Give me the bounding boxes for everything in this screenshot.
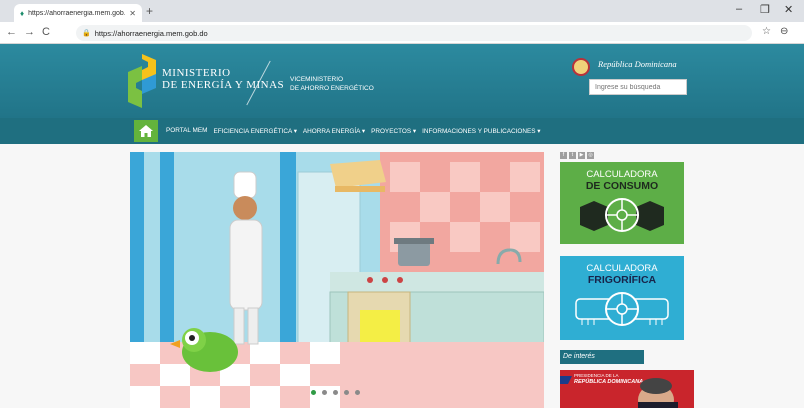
ministry-logo-icon[interactable] bbox=[128, 54, 156, 108]
url-text: https://ahorraenergia.mem.gob.do bbox=[94, 28, 208, 38]
kitchen-illustration bbox=[130, 152, 544, 408]
presidencia-banner[interactable]: PRESIDENCIA DE LA REPÚBLICA DOMINICANA bbox=[560, 370, 694, 408]
republic-label: República Dominicana bbox=[598, 59, 677, 69]
calc1-line2: DE CONSUMO bbox=[585, 180, 659, 192]
viceministry-name: VICEMINISTERIO DE AHORRO ENERGÉTICO bbox=[290, 75, 374, 93]
facebook-icon[interactable]: f bbox=[560, 152, 567, 159]
close-tab-icon[interactable]: ✕ bbox=[129, 9, 136, 18]
hero-slider[interactable] bbox=[130, 152, 544, 408]
menu-items: PORTAL MEM EFICIENCIA ENERGÉTICA ▾ AHORR… bbox=[166, 127, 540, 135]
slider-dot[interactable] bbox=[311, 390, 316, 395]
close-window-icon[interactable]: ✕ bbox=[784, 3, 793, 16]
calculator-boxes-icon bbox=[580, 198, 664, 232]
menu-item-proyectos[interactable]: PROYECTOS ▾ bbox=[371, 127, 416, 135]
calc2-line2: FRIGORÍFICA bbox=[587, 274, 657, 286]
slider-dot[interactable] bbox=[333, 390, 338, 395]
slider-dot[interactable] bbox=[322, 390, 327, 395]
site-favicon-icon: ♦ bbox=[20, 8, 25, 18]
slider-dot[interactable] bbox=[344, 390, 349, 395]
de-interes-heading: De interés bbox=[560, 350, 644, 364]
reload-icon[interactable]: C bbox=[42, 26, 50, 38]
social-icons: f t ▶ ◎ bbox=[560, 152, 594, 159]
calc2-line1: CALCULADORA bbox=[586, 263, 658, 274]
new-tab-icon[interactable]: + bbox=[146, 4, 153, 18]
home-button[interactable] bbox=[134, 120, 158, 142]
address-bar-row: ← → C 🔒 https://ahorraenergia.mem.gob.do… bbox=[0, 22, 804, 44]
twitter-icon[interactable]: t bbox=[569, 152, 576, 159]
vice-line2: DE AHORRO ENERGÉTICO bbox=[290, 85, 374, 92]
ministry-line2: DE ENERGÍA Y MINAS bbox=[162, 79, 285, 91]
home-icon bbox=[139, 125, 153, 137]
browser-tabbar: ♦ https://ahorraenergia.mem.gob. ✕ + – ❐… bbox=[0, 0, 804, 22]
calc1-line1: CALCULADORA bbox=[586, 169, 658, 180]
account-icon[interactable]: ⊖ bbox=[780, 26, 788, 37]
search-input[interactable] bbox=[589, 79, 687, 95]
back-icon[interactable]: ← bbox=[6, 26, 17, 38]
minimize-icon[interactable]: – bbox=[736, 3, 742, 15]
menu-item-informaciones[interactable]: INFORMACIONES Y PUBLICACIONES ▾ bbox=[422, 127, 540, 135]
youtube-icon[interactable]: ▶ bbox=[578, 152, 585, 159]
calculadora-consumo-card[interactable]: CALCULADORA DE CONSUMO bbox=[560, 162, 684, 244]
slider-dot[interactable] bbox=[355, 390, 360, 395]
restore-icon[interactable]: ❐ bbox=[760, 3, 770, 16]
vice-line1: VICEMINISTERIO bbox=[290, 76, 344, 83]
instagram-icon[interactable]: ◎ bbox=[587, 152, 594, 159]
forward-icon[interactable]: → bbox=[24, 26, 35, 38]
lock-icon: 🔒 bbox=[82, 30, 91, 37]
bookmark-star-icon[interactable]: ☆ bbox=[762, 26, 771, 37]
coat-of-arms-icon bbox=[572, 58, 590, 76]
tab-title: https://ahorraenergia.mem.gob. bbox=[28, 9, 126, 17]
ministry-name: MINISTERIO DE ENERGÍA Y MINAS bbox=[162, 67, 284, 91]
menu-item-ahorra[interactable]: AHORRA ENERGÍA ▾ bbox=[303, 127, 365, 135]
air-conditioner-icon bbox=[575, 292, 669, 326]
browser-tab[interactable]: ♦ https://ahorraenergia.mem.gob. ✕ bbox=[14, 4, 142, 22]
url-input[interactable]: 🔒 https://ahorraenergia.mem.gob.do bbox=[76, 25, 752, 41]
menu-item-portal-mem[interactable]: PORTAL MEM bbox=[166, 127, 207, 135]
main-menu: PORTAL MEM EFICIENCIA ENERGÉTICA ▾ AHORR… bbox=[0, 118, 804, 144]
page: MINISTERIO DE ENERGÍA Y MINAS VICEMINIST… bbox=[0, 44, 804, 408]
calculadora-frigorifica-card[interactable]: CALCULADORA FRIGORÍFICA bbox=[560, 256, 684, 340]
slider-dots bbox=[311, 390, 360, 395]
banner-portrait bbox=[560, 376, 678, 408]
site-header: MINISTERIO DE ENERGÍA Y MINAS VICEMINIST… bbox=[0, 44, 804, 118]
menu-item-eficiencia[interactable]: EFICIENCIA ENERGÉTICA ▾ bbox=[213, 127, 296, 135]
